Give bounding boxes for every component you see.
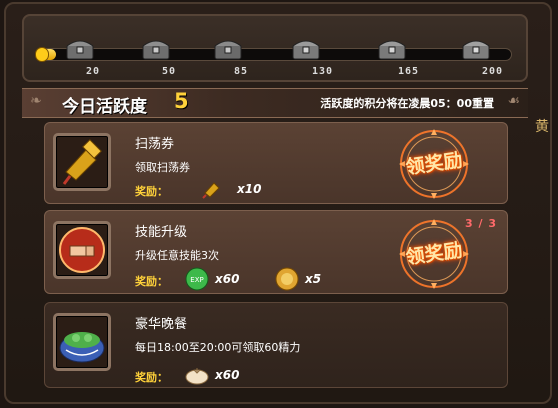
chest-icon[interactable] [142,38,170,60]
task-description: 领取扫荡券 [135,161,190,174]
milestone-label: 20 [86,66,101,77]
claim-reward-button[interactable]: 领奖励 [397,127,471,201]
svg-text:EXP: EXP [190,276,203,284]
chest-icon[interactable] [214,38,242,60]
ornament-icon: ❧ [30,93,42,109]
reset-note: 活跃度的积分将在凌晨05：00重置 [320,97,494,110]
sweep-ticket-icon [201,177,223,203]
reward-count: x60 [215,368,240,382]
reward-label: 奖励： [135,275,168,288]
dinner-bowl-icon [53,313,111,371]
chest-icon[interactable] [378,38,406,60]
task-card-sweep: 扫荡券 领取扫荡券 奖励： x10 领奖励 [44,122,508,204]
milestone-label: 50 [162,66,177,77]
task-card-dinner: 豪华晚餐 每日18:00至20:00可领取60精力 奖励： x60 [44,302,508,388]
claim-reward-button[interactable]: 领奖励 [397,217,471,291]
activity-header: ❧ 今日活跃度 5 活跃度的积分将在凌晨05：00重置 ☙ [22,88,528,118]
milestone-label: 130 [312,66,334,77]
milestone-label: 85 [234,66,249,77]
side-text: 黄 [535,119,549,135]
chest-icon[interactable] [292,38,320,60]
reward-count: x60 [215,272,240,286]
task-card-skill-upgrade: 技能升级 升级任意技能3次 奖励： EXP x60 x5 3 / 3 领奖励 [44,210,508,294]
bun-icon [185,363,209,389]
page-title: 今日活跃度 [62,97,147,117]
chest-icon[interactable] [66,38,94,60]
activity-progress-box: 20 50 85 130 165 200 [22,14,528,82]
chest-icon[interactable] [462,38,490,60]
task-name: 豪华晚餐 [135,317,188,332]
task-name: 技能升级 [135,225,188,240]
task-description: 升级任意技能3次 [135,249,219,262]
sweep-ticket-icon [53,133,111,191]
reward-count: x5 [305,272,322,286]
activity-progress-bar [35,47,512,62]
ornament-icon: ☙ [507,93,520,109]
activity-points: 5 [174,89,189,113]
reward-label: 奖励： [135,371,168,384]
fist-skill-icon [53,221,111,279]
milestone-label: 165 [398,66,420,77]
task-name: 扫荡券 [135,137,175,152]
task-description: 每日18:00至20:00可领取60精力 [135,341,301,354]
exp-icon: EXP [185,267,209,295]
reward-count: x10 [237,182,262,196]
reward-label: 奖励： [135,185,168,198]
gold-coin-icon [275,267,299,295]
progress-knob [35,47,49,62]
milestone-label: 200 [482,66,504,77]
